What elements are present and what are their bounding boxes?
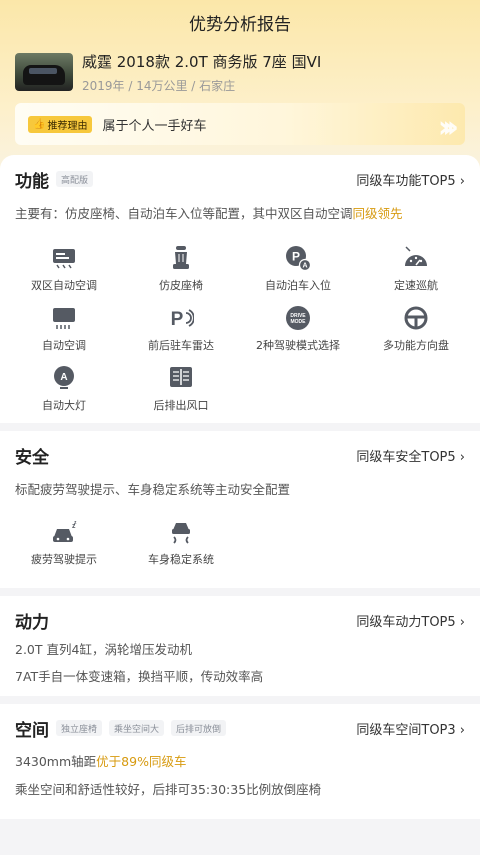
car-name: 威霆 2018款 2.0T 商务版 7座 国VI <box>82 53 322 71</box>
steering-wheel-icon <box>404 306 428 330</box>
feature-fatigue-alert: z z 疲劳驾驶提示 <box>31 520 97 566</box>
feature-steering-wheel: 多功能方向盘 <box>356 305 476 353</box>
space-top3-link[interactable]: 同级车空间TOP3 › <box>356 719 465 738</box>
car-thumbnail[interactable] <box>15 53 73 91</box>
recommend-reason-banner: 👍 推荐理由 属于个人一手好车 ››› <box>15 103 465 145</box>
feature-auto-parking: P A 自动泊车入位 <box>238 245 358 293</box>
car-summary[interactable]: 威霆 2018款 2.0T 商务版 7座 国VI 2019年 / 14万公里 /… <box>15 53 321 94</box>
recommend-reason-tag: 👍 推荐理由 <box>28 115 93 133</box>
power-gearbox: 7AT手自一体变速箱，换挡平顺，传动效率高 <box>15 669 264 684</box>
function-card: 功能 高配版 同级车功能TOP5 › 主要有：仿皮座椅、自动泊车入位等配置，其中… <box>0 155 480 423</box>
safety-top5-link[interactable]: 同级车安全TOP5 › <box>356 446 465 465</box>
feature-dual-zone-ac: 双区自动空调 <box>4 245 124 293</box>
space-chip-folding-rear: 后排可放倒 <box>171 720 227 736</box>
safety-title: 安全 <box>15 447 49 468</box>
power-engine: 2.0T 直列4缸，涡轮增压发动机 <box>15 642 192 657</box>
function-title: 功能 <box>15 171 49 192</box>
feature-parking-radar: P 前后驻车雷达 <box>121 305 241 353</box>
cruise-control-icon <box>405 246 427 266</box>
parking-radar-icon: P <box>171 309 194 330</box>
function-top5-link[interactable]: 同级车功能TOP5 › <box>356 170 465 189</box>
feature-rear-vent: 后排出风口 <box>121 365 241 413</box>
space-card: 空间 独立座椅 乘坐空间大 后排可放倒 同级车空间TOP3 › 3430mm轴距… <box>0 704 480 819</box>
power-card: 动力 同级车动力TOP5 › 2.0T 直列4缸，涡轮增压发动机 7AT手自一体… <box>0 596 480 696</box>
feature-auto-ac: 自动空调 <box>4 305 124 353</box>
svg-text:P: P <box>171 309 184 330</box>
feature-drive-mode: DRIVE MODE 2种驾驶模式选择 <box>238 305 358 353</box>
rear-vent-icon <box>170 367 192 387</box>
safety-card: 安全 同级车安全TOP5 › 标配疲劳驾驶提示、车身稳定系统等主动安全配置 z … <box>0 431 480 588</box>
space-wheelbase: 3430mm轴距优于89%同级车 <box>15 754 187 769</box>
auto-headlight-icon: A <box>54 366 74 389</box>
svg-text:MODE: MODE <box>291 319 307 325</box>
power-title: 动力 <box>15 612 49 633</box>
svg-text:A: A <box>302 263 307 270</box>
drive-mode-icon: DRIVE MODE <box>286 306 310 330</box>
space-comfort: 乘坐空间和舒适性较好，后排可35:30:35比例放倒座椅 <box>15 782 322 797</box>
feature-leather-seat: 仿皮座椅 <box>121 245 241 293</box>
car-meta: 2019年 / 14万公里 / 石家庄 <box>82 79 236 93</box>
stability-control-icon <box>172 523 190 544</box>
auto-ac-icon <box>53 308 75 329</box>
space-title: 空间 <box>15 720 49 741</box>
svg-text:P: P <box>292 250 300 264</box>
auto-parking-icon: P A <box>286 246 311 271</box>
feature-auto-headlight: A 自动大灯 <box>4 365 124 413</box>
svg-text:z: z <box>74 520 77 526</box>
safety-desc: 标配疲劳驾驶提示、车身稳定系统等主动安全配置 <box>15 482 291 497</box>
function-desc: 主要有：仿皮座椅、自动泊车入位等配置，其中双区自动空调同级领先 <box>15 206 403 221</box>
feature-stability-control: 车身稳定系统 <box>121 519 241 567</box>
svg-text:A: A <box>60 372 67 383</box>
chevrons-decoration-icon: ››› <box>437 110 459 145</box>
fatigue-alert-icon: z z <box>53 520 77 542</box>
thumbs-up-icon: 👍 <box>33 118 46 130</box>
feature-cruise-control: 定速巡航 <box>356 245 476 293</box>
space-chip-large-cabin: 乘坐空间大 <box>109 720 165 736</box>
space-chip-independent-seat: 独立座椅 <box>56 720 103 736</box>
dual-zone-ac-icon <box>53 249 75 269</box>
recommend-reason-text: 属于个人一手好车 <box>102 118 207 134</box>
function-chip: 高配版 <box>56 171 94 187</box>
power-top5-link[interactable]: 同级车动力TOP5 › <box>356 611 465 630</box>
page-title: 优势分析报告 <box>189 15 291 35</box>
leather-seat-icon <box>173 246 189 269</box>
